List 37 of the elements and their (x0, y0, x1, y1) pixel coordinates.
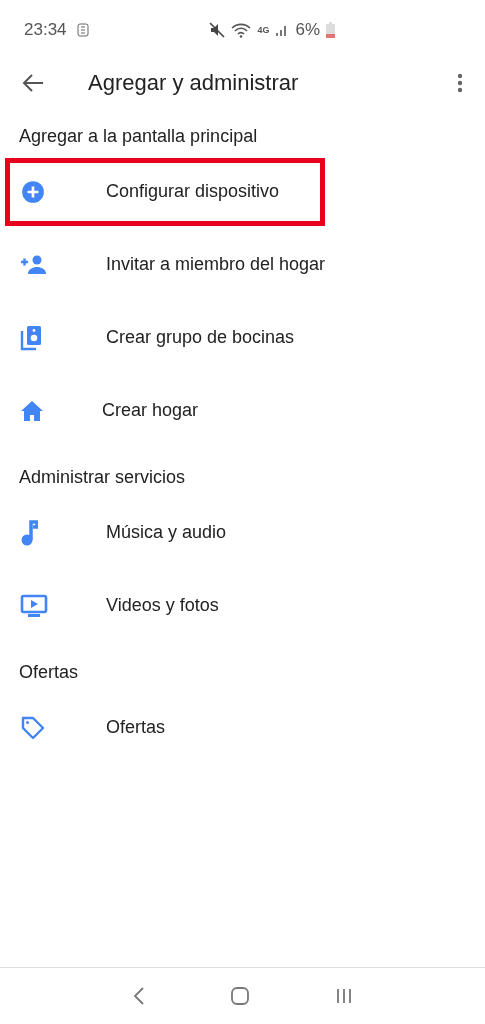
recents-icon (334, 987, 353, 1005)
section-header: Agregar a la pantalla principal (18, 125, 259, 148)
section-header: Ofertas (18, 661, 80, 684)
play-screen-icon (20, 593, 48, 618)
menu-item[interactable]: Ofertas (0, 691, 485, 764)
home-icon (20, 399, 44, 422)
menu-item-label: Crear grupo de bocinas (106, 327, 295, 348)
wifi-icon (231, 22, 252, 38)
speaker-icon (20, 324, 42, 351)
tag-icon (20, 714, 46, 741)
battery-percent: 6% (295, 20, 320, 40)
nav-home-icon (229, 986, 250, 1006)
menu-item[interactable]: Música y audio (0, 496, 485, 569)
menu-item-label: Configurar dispositivo (106, 181, 280, 202)
section-header: Administrar servicios (18, 466, 187, 489)
more-options-icon (457, 73, 463, 93)
menu-item-label: Invitar a miembro del hogar (106, 254, 326, 275)
add-person-icon (20, 253, 48, 276)
menu-item-label: Ofertas (106, 717, 166, 738)
add-circle-icon (20, 178, 46, 205)
page-title: Agregar y administrar (88, 70, 300, 96)
menu-item[interactable]: Crear grupo de bocinas (0, 301, 485, 374)
notification-icon (74, 22, 91, 38)
menu-item[interactable]: Crear hogar (0, 374, 485, 447)
clock: 23:34 (24, 20, 67, 40)
menu-item[interactable]: Invitar a miembro del hogar (0, 228, 485, 301)
menu-item-label: Crear hogar (102, 400, 199, 421)
battery-icon (326, 22, 335, 38)
network-type: 4G (257, 25, 270, 35)
mute-icon (209, 22, 226, 38)
back-arrow-icon (22, 73, 44, 93)
menu-item-label: Videos y fotos (106, 595, 219, 616)
menu-item[interactable]: Videos y fotos (0, 569, 485, 642)
menu-item-label: Música y audio (106, 522, 227, 543)
nav-back-icon (132, 987, 145, 1005)
menu-item[interactable]: Configurar dispositivo (0, 155, 485, 228)
music-note-icon (20, 519, 38, 546)
